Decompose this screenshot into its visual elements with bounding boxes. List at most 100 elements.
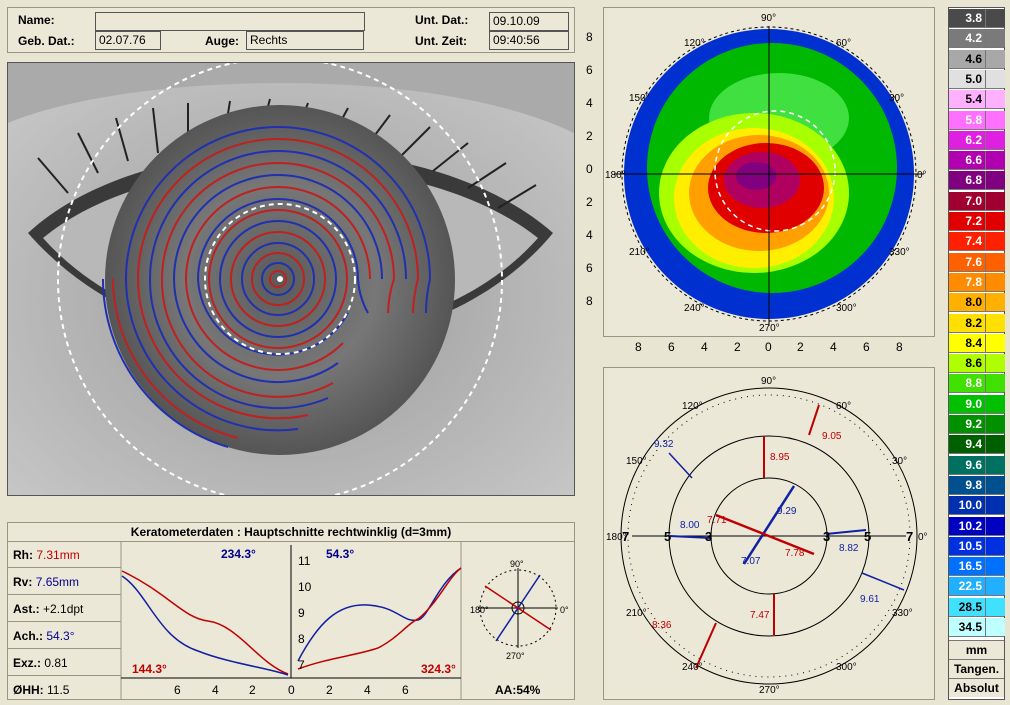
ring-angle-60: 60° — [836, 401, 851, 412]
scale-step: 28.5 — [949, 597, 1005, 617]
ring-angle-30: 30° — [892, 456, 907, 467]
ring-angle-300: 300° — [836, 662, 857, 673]
topo-angle-300: 300° — [836, 303, 857, 314]
ring-angle-90: 90° — [761, 376, 776, 387]
scale-step-swatch — [985, 536, 1005, 555]
patient-header: Name: Geb. Dat.: 02.07.76 Auge: Rechts U… — [7, 7, 575, 53]
topography-map: 90° 60° 30° 0° 330° 300° 270° 240° 210° … — [605, 13, 927, 334]
left-top-angle: 234.3° — [221, 547, 256, 561]
ring-angle-210: 210° — [626, 608, 647, 619]
topo-y-axis-labels: 8 6 4 2 0 2 4 6 8 — [586, 30, 600, 330]
blue-tick-5 — [668, 452, 693, 479]
scale-step: 6.2 — [949, 130, 1005, 150]
scale-step-swatch — [985, 577, 1005, 596]
mini-angle-180: 180° — [470, 605, 489, 615]
scale-step-value: 8.8 — [965, 376, 982, 391]
scale-step-swatch — [985, 313, 1005, 332]
untzeit-label: Unt. Zeit: — [415, 34, 467, 48]
meridian-ring-panel[interactable]: 90° 60° 30° 0° 330° 300° 270° 240° 210° … — [603, 367, 935, 700]
ring-label: 7 — [906, 529, 913, 544]
scale-step: 22.5 — [949, 577, 1005, 597]
y-tick: 6 — [586, 261, 593, 275]
y-tick: 0 — [586, 162, 593, 176]
gebdat-field[interactable]: 02.07.76 — [95, 31, 161, 50]
y-tick: 4 — [586, 228, 593, 242]
topo-angle-180: 180° — [605, 170, 626, 181]
scale-step-swatch — [985, 130, 1005, 149]
scale-step-swatch — [985, 191, 1005, 210]
scale-step-value: 10.0 — [958, 498, 982, 513]
topo-angle-120: 120° — [684, 38, 705, 49]
ring-label: 3 — [823, 529, 830, 544]
scale-step-swatch — [985, 252, 1005, 271]
scale-step: 10.5 — [949, 536, 1005, 556]
y-tick: 8 — [586, 30, 593, 44]
auge-field[interactable]: Rechts — [246, 31, 364, 50]
scale-step: 34.5 — [949, 618, 1005, 637]
scale-step-swatch — [985, 475, 1005, 494]
scale-step-swatch — [985, 597, 1005, 616]
map-zone-purple — [736, 162, 776, 190]
scale-step: 7.0 — [949, 191, 1005, 211]
scale-step: 8.6 — [949, 354, 1005, 374]
scale-step-value: 7.4 — [965, 234, 982, 249]
topo-angle-330: 330° — [889, 247, 910, 258]
x-tick: 4 — [830, 340, 837, 354]
scale-step: 8.2 — [949, 313, 1005, 333]
left-blue-curve — [121, 575, 289, 676]
ring-angle-270: 270° — [759, 685, 780, 696]
x-tick: 2 — [797, 340, 804, 354]
red-value: 8.36 — [652, 620, 672, 631]
scale-step: 10.2 — [949, 516, 1005, 536]
x-tick: 0 — [765, 340, 772, 354]
blue-tick-3b — [825, 529, 867, 535]
scale-step: 8.4 — [949, 333, 1005, 353]
ring-label: 7 — [622, 529, 629, 544]
ring-angle-150: 150° — [626, 456, 647, 467]
scale-step: 9.8 — [949, 475, 1005, 495]
scale-step-value: 16.5 — [958, 559, 982, 574]
aa-value: AA:54% — [495, 683, 541, 697]
y-tick: 8 — [298, 632, 305, 646]
scale-step-value: 5.4 — [965, 92, 982, 107]
scale-step-value: 8.0 — [965, 295, 982, 310]
mini-angle-90: 90° — [510, 559, 524, 569]
scale-step-swatch — [985, 333, 1005, 352]
scale-step-value: 9.0 — [965, 396, 982, 411]
tangential-button[interactable]: Tangen. — [949, 659, 1004, 678]
scale-step-value: 4.6 — [965, 51, 982, 66]
blue-tick-5b — [861, 572, 905, 591]
untdat-field[interactable]: 09.10.09 — [489, 12, 569, 31]
blue-value: 9.61 — [860, 594, 880, 605]
y-tick: 4 — [586, 96, 593, 110]
scale-step: 3.8 — [949, 9, 1005, 28]
scale-step: 5.8 — [949, 110, 1005, 130]
topo-angle-30: 30° — [889, 93, 904, 104]
x-tick: 6 — [863, 340, 870, 354]
color-scale: 3.8 4.2 4.6 5.0 5.4 5.8 6.2 6.6 6.8 7.0 7.2 7.4 7.6 7… — [948, 7, 1005, 700]
scale-step-value: 7.8 — [965, 274, 982, 289]
scale-step-swatch — [985, 618, 1005, 636]
scale-step-swatch — [985, 557, 1005, 576]
topo-angle-0: 0° — [917, 170, 927, 181]
name-field[interactable] — [95, 12, 365, 31]
blue-value: 9.32 — [654, 439, 674, 450]
untzeit-field[interactable]: 09:40:56 — [489, 31, 569, 50]
scale-step: 9.2 — [949, 415, 1005, 434]
topography-map-panel[interactable]: 90° 60° 30° 0° 330° 300° 270° 240° 210° … — [603, 7, 935, 337]
scale-step: 9.0 — [949, 394, 1005, 414]
mini-angle-0: 0° — [560, 605, 569, 615]
absolute-button[interactable]: Absolut — [949, 678, 1004, 697]
x-tick: 4 — [212, 683, 219, 697]
scale-step-value: 28.5 — [958, 599, 982, 614]
scale-step-value: 10.2 — [958, 518, 982, 533]
scale-step-value: 6.6 — [965, 153, 982, 168]
right-red-curve — [297, 567, 462, 670]
ring-label: 5 — [864, 529, 871, 544]
scale-step: 5.0 — [949, 69, 1005, 89]
red-value: 7.78 — [785, 548, 805, 559]
x-tick: 4 — [701, 340, 708, 354]
eye-placido-image[interactable] — [7, 62, 575, 496]
scale-step-value: 4.2 — [965, 31, 982, 46]
y-tick: 2 — [586, 129, 593, 143]
